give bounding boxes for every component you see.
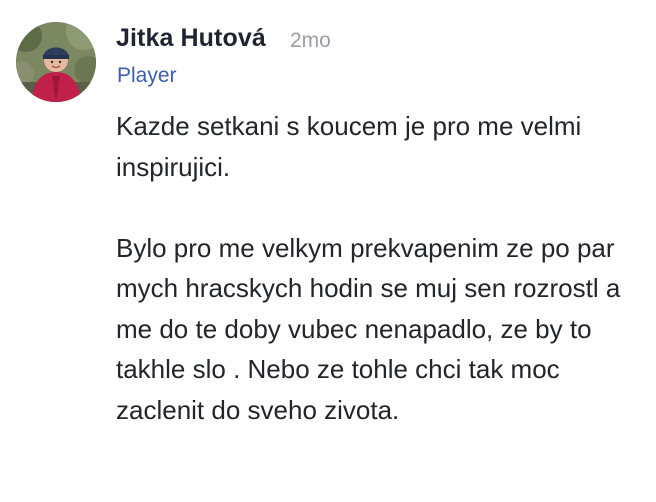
comment-timestamp: 2mo <box>290 29 331 52</box>
author-avatar[interactable] <box>16 22 96 102</box>
comment-paragraph: Bylo pro me velkym prekvapenim ze po par… <box>116 232 621 425</box>
user-photo-avatar-icon <box>16 22 96 102</box>
comment: Jitka Hutová 2mo Player Kazde setkani s … <box>0 0 656 502</box>
author-name[interactable]: Jitka Hutová <box>116 24 266 53</box>
author-role: Player <box>117 64 177 87</box>
comment-paragraph: Kazde setkani s koucem je pro me velmi i… <box>116 111 582 182</box>
comment-body: Kazde setkani s koucem je pro me velmi i… <box>116 106 636 430</box>
